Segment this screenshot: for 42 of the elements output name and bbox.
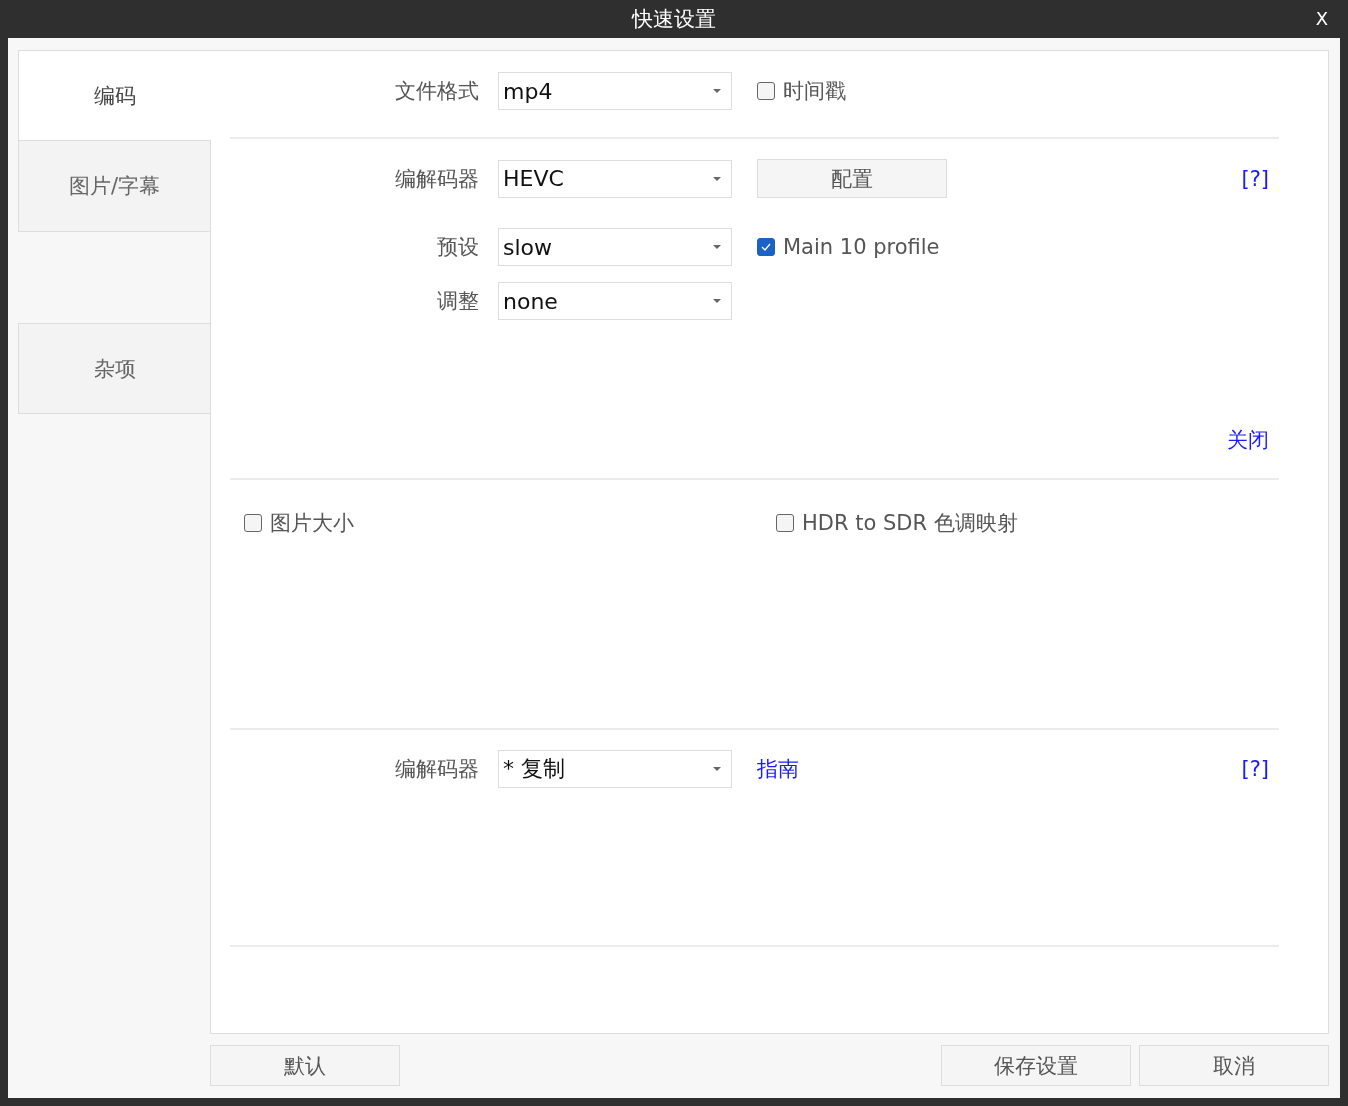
checkbox-label: 图片大小 (270, 510, 354, 537)
checkbox[interactable] (757, 238, 775, 256)
field-label: 编解码器 (394, 756, 480, 783)
caret-icon (713, 767, 721, 771)
close-link[interactable]: 关闭 (1227, 426, 1279, 454)
help-link[interactable]: [?] (1241, 757, 1279, 781)
caret-icon (713, 176, 721, 181)
checkbox-label: HDR to SDR 色调映射 (802, 510, 1018, 537)
sidebar-tab[interactable]: 杂项 (18, 323, 210, 414)
dropdown[interactable]: HEVC (498, 159, 732, 198)
dropdown[interactable]: mp4 (498, 72, 732, 110)
cancel-button[interactable]: 取消 (1139, 1045, 1329, 1086)
field-label: 文件格式 (394, 78, 480, 105)
dropdown-value: none (503, 288, 558, 314)
checkbox-label: Main 10 profile (783, 235, 940, 259)
checkbox[interactable] (244, 514, 262, 532)
dropdown[interactable]: * 复制 (498, 750, 732, 788)
save-button[interactable]: 保存设置 (941, 1045, 1131, 1086)
window-title: 快速设置 (632, 6, 716, 33)
checkbox[interactable] (757, 82, 775, 100)
dropdown-value: mp4 (503, 78, 553, 104)
dropdown[interactable]: none (498, 282, 732, 320)
dropdown-value: HEVC (503, 166, 564, 191)
field-label: 调整 (436, 288, 480, 315)
field-label: 预设 (436, 234, 480, 261)
caret-icon (713, 89, 721, 93)
caret-icon (713, 299, 721, 303)
configure-button[interactable]: 配置 (757, 159, 947, 198)
close-button[interactable]: X (1315, 8, 1328, 29)
guide-link[interactable]: 指南 (757, 755, 799, 783)
help-link[interactable]: [?] (1241, 166, 1279, 191)
default-button[interactable]: 默认 (210, 1045, 400, 1086)
sidebar-tab[interactable]: 编码 (18, 50, 211, 141)
checkbox-label: 时间戳 (783, 78, 846, 105)
checkbox[interactable] (776, 514, 794, 532)
field-label: 编解码器 (394, 165, 480, 193)
dropdown-value: slow (503, 234, 553, 260)
dropdown[interactable]: slow (498, 228, 732, 266)
dropdown-value: * 复制 (503, 755, 565, 783)
check-icon (761, 243, 771, 251)
sidebar-tab[interactable]: 图片/字幕 (18, 141, 210, 232)
caret-icon (713, 245, 721, 249)
